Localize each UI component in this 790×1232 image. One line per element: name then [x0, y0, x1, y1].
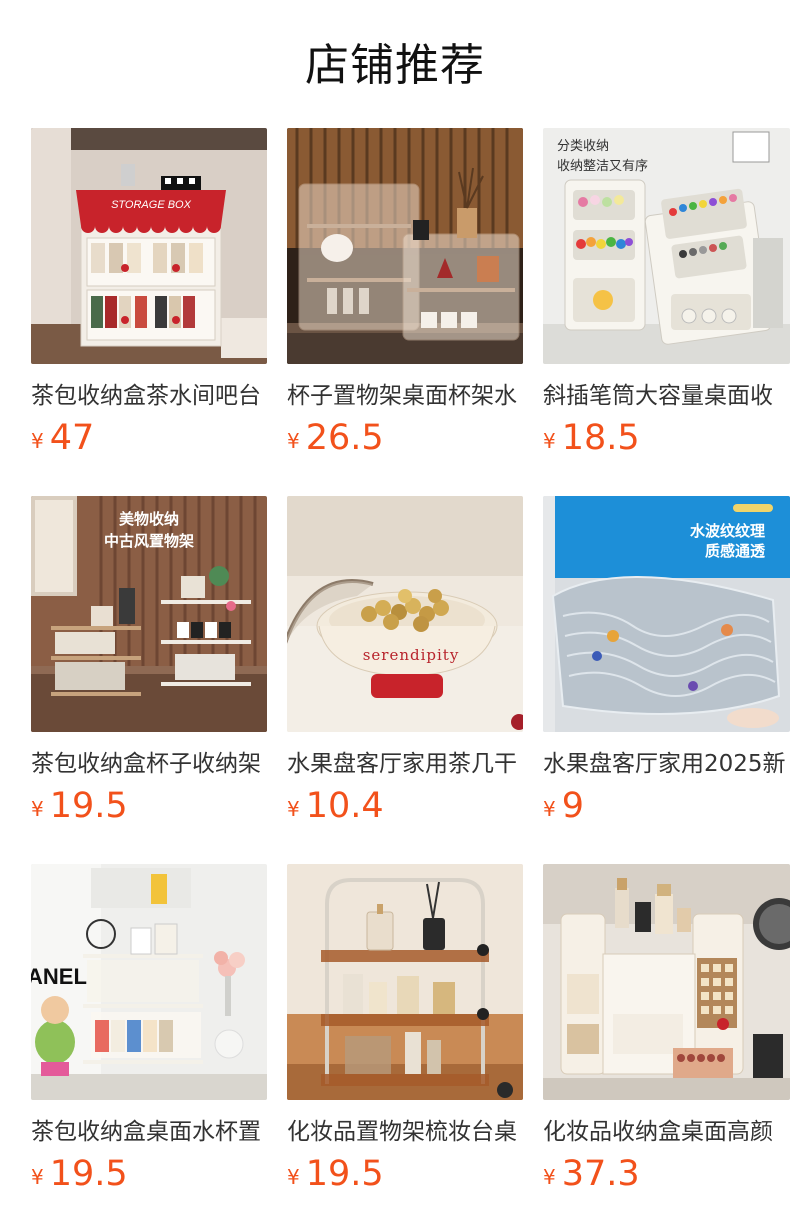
product-name[interactable]: 水果盘客厅家用2025新: [543, 746, 790, 782]
product-card[interactable]: 水波纹纹理 质感通透 水果盘客厅家用2025新 ¥9: [543, 496, 790, 826]
price-amount: 37.3: [561, 1154, 640, 1194]
currency-symbol: ¥: [543, 429, 556, 453]
image-caption: 中古风置物架: [104, 532, 194, 550]
product-image[interactable]: [287, 128, 523, 364]
price-amount: 26.5: [305, 418, 384, 458]
product-name[interactable]: 水果盘客厅家用茶几干: [287, 746, 523, 782]
product-image[interactable]: 水波纹纹理 质感通透: [543, 496, 790, 732]
currency-symbol: ¥: [287, 797, 300, 821]
product-price: ¥10.4: [287, 784, 384, 826]
product-card[interactable]: 分类收纳 收纳整洁又有序 斜插笔筒大容量桌面收 ¥ 18.5: [543, 128, 790, 458]
product-card[interactable]: 化妆品置物架梳妆台桌 ¥19.5: [287, 864, 523, 1194]
image-caption: 水波纹纹理: [690, 522, 765, 540]
product-image[interactable]: [543, 864, 790, 1100]
image-caption: 分类收纳: [557, 139, 609, 154]
product-card[interactable]: 美物收纳 中古风置物架 茶包收纳盒杯子收纳架 ¥ 19.5: [31, 496, 267, 826]
product-card[interactable]: STORAGE BOX 茶包收纳盒茶水间吧台 ¥ 47: [31, 128, 267, 458]
product-card[interactable]: ANEL 茶包收纳盒桌面水杯置 ¥ 19.5: [31, 864, 267, 1194]
currency-symbol: ¥: [287, 429, 300, 453]
product-image[interactable]: 分类收纳 收纳整洁又有序: [543, 128, 790, 364]
image-caption: 收纳整洁又有序: [557, 159, 648, 174]
product-image[interactable]: STORAGE BOX: [31, 128, 267, 364]
product-name[interactable]: 茶包收纳盒杯子收纳架: [31, 746, 267, 782]
product-name[interactable]: 化妆品收纳盒桌面高颜: [543, 1114, 790, 1150]
currency-symbol: ¥: [543, 797, 556, 821]
price-amount: 10.4: [305, 786, 384, 826]
product-card[interactable]: serendipity 水果盘客厅家用茶几干 ¥10.4: [287, 496, 523, 826]
price-amount: 47: [49, 418, 95, 458]
product-image[interactable]: serendipity: [287, 496, 523, 732]
product-card[interactable]: 杯子置物架桌面杯架水 ¥26.5: [287, 128, 523, 458]
bowl-print: serendipity: [363, 646, 460, 664]
image-caption: 美物收纳: [119, 510, 179, 528]
product-image[interactable]: 美物收纳 中古风置物架: [31, 496, 267, 732]
price-amount: 19.5: [305, 1154, 384, 1194]
price-amount: 18.5: [561, 418, 640, 458]
wall-print: ANEL: [31, 964, 87, 989]
product-price: ¥19.5: [287, 1152, 384, 1194]
price-amount: 19.5: [49, 1154, 128, 1194]
product-price: ¥18.5: [543, 416, 640, 458]
storage-box-sign: STORAGE BOX: [111, 199, 192, 211]
product-name[interactable]: 茶包收纳盒茶水间吧台: [31, 378, 267, 414]
page-title: 店铺推荐: [305, 40, 485, 91]
price-amount: 9: [561, 786, 585, 826]
product-price: ¥26.5: [287, 416, 384, 458]
price-amount: 19.5: [49, 786, 128, 826]
product-price: ¥9: [543, 784, 584, 826]
product-price: ¥37.3: [543, 1152, 640, 1194]
product-card[interactable]: 化妆品收纳盒桌面高颜 ¥37.3: [543, 864, 790, 1194]
product-name[interactable]: 化妆品置物架梳妆台桌: [287, 1114, 523, 1150]
product-name[interactable]: 杯子置物架桌面杯架水: [287, 378, 523, 414]
product-image[interactable]: ANEL: [31, 864, 267, 1100]
currency-symbol: ¥: [287, 1165, 300, 1189]
currency-symbol: ¥: [543, 1165, 556, 1189]
currency-symbol: ¥: [31, 797, 44, 821]
product-price: ¥19.5: [31, 784, 128, 826]
product-price: ¥19.5: [31, 1152, 128, 1194]
product-name[interactable]: 茶包收纳盒桌面水杯置: [31, 1114, 267, 1150]
product-name[interactable]: 斜插笔筒大容量桌面收: [543, 378, 790, 414]
currency-symbol: ¥: [31, 1165, 44, 1189]
product-price: ¥47: [31, 416, 94, 458]
currency-symbol: ¥: [31, 429, 44, 453]
product-image[interactable]: [287, 864, 523, 1100]
image-caption: 质感通透: [705, 542, 766, 560]
